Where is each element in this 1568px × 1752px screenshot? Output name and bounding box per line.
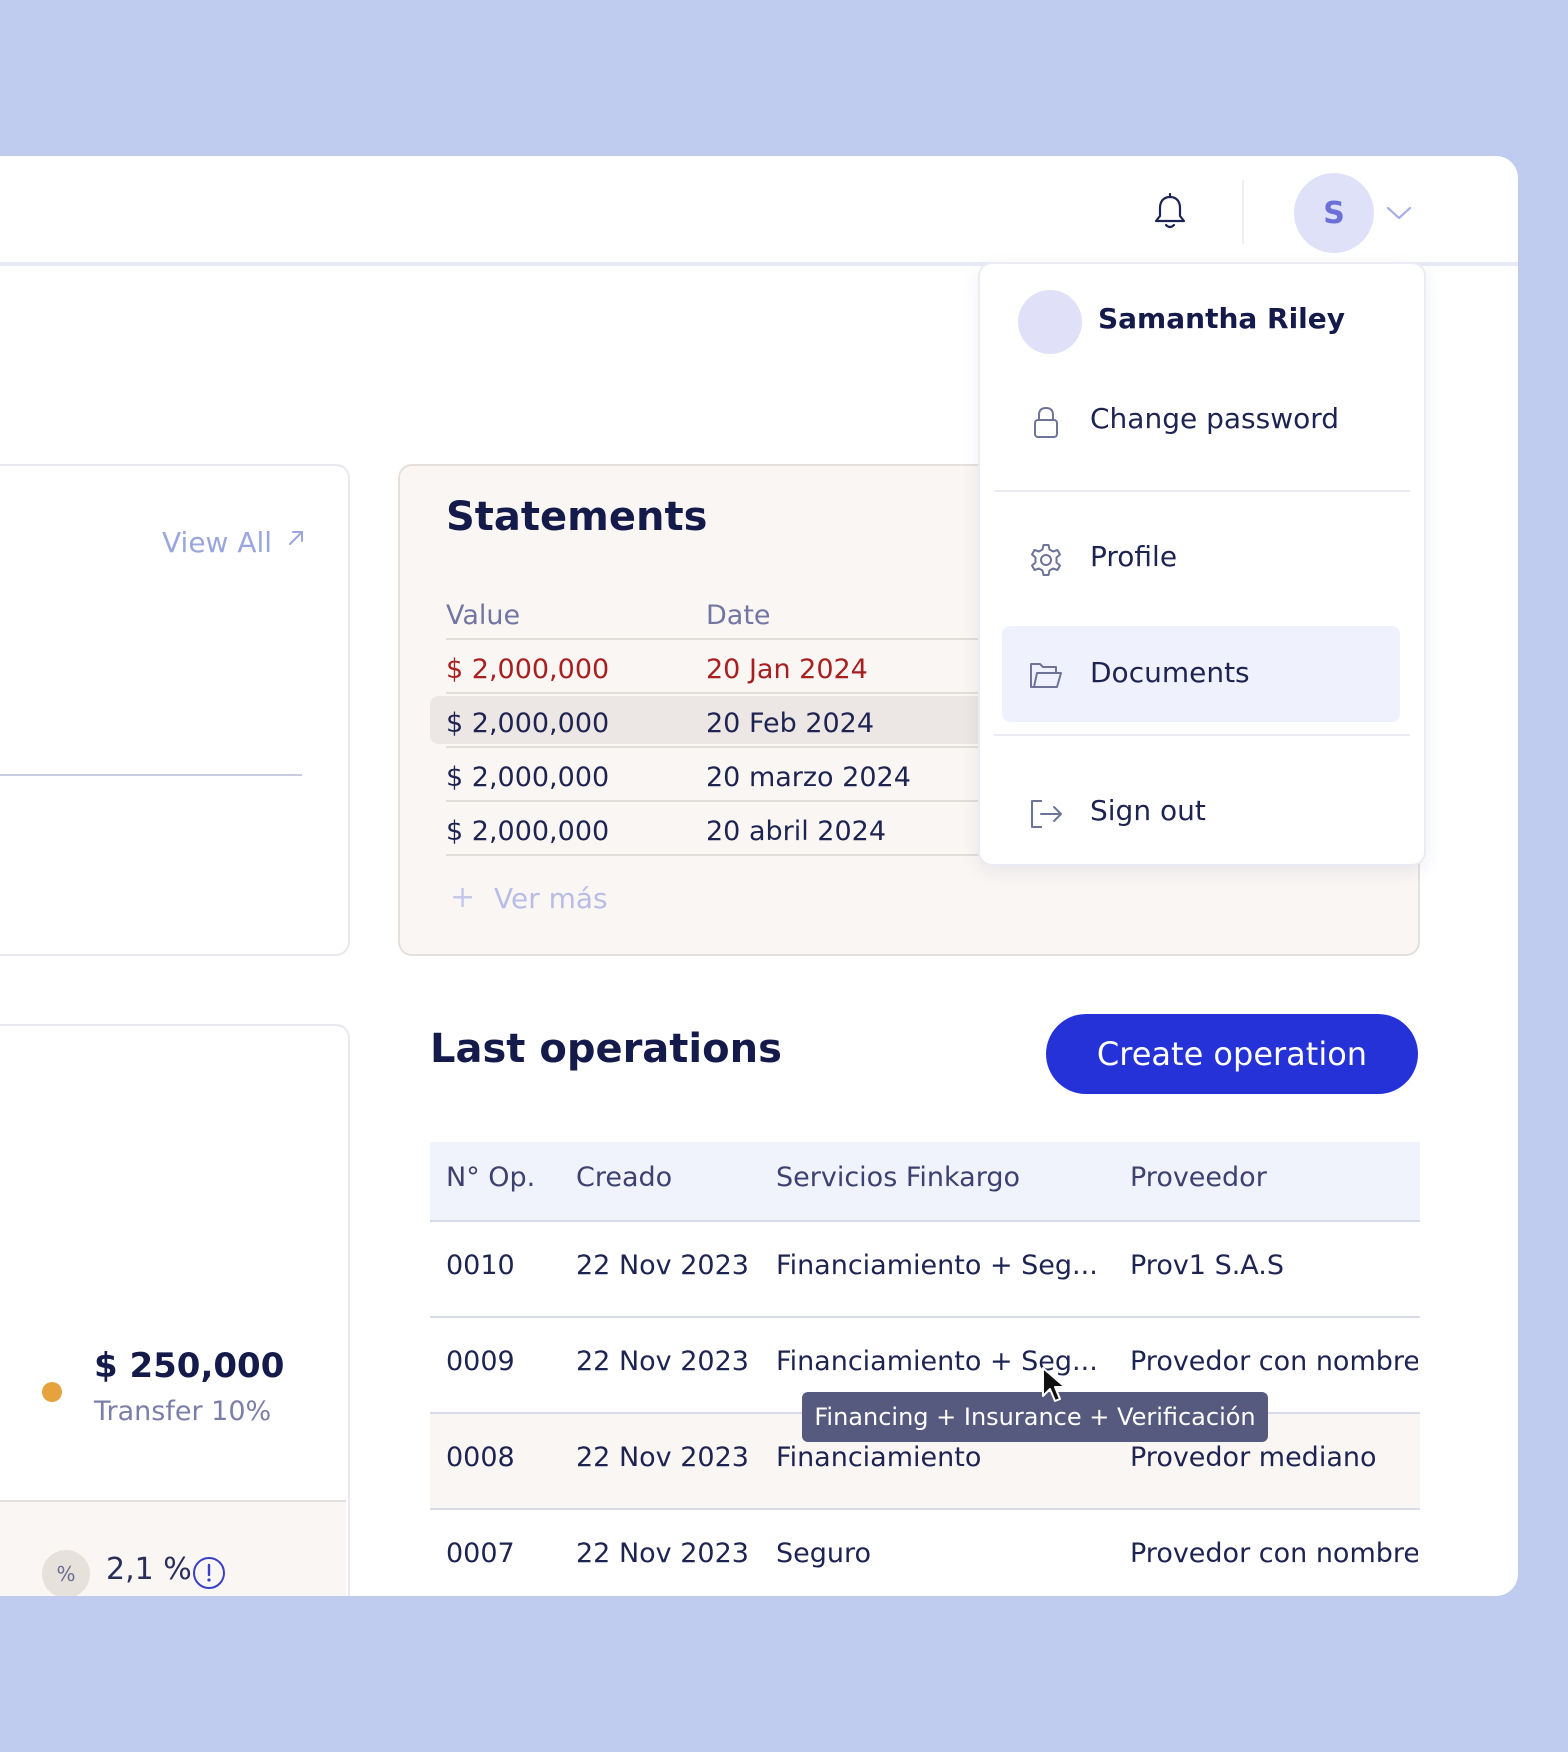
folder-icon (1030, 663, 1062, 688)
statements-row-line (446, 692, 986, 694)
col-header-created: Creado (576, 1162, 673, 1193)
statement-date: 20 Jan 2024 (706, 654, 868, 685)
summary-amount: $ 250,000 (94, 1346, 285, 1386)
op-created: 22 Nov 2023 (576, 1442, 749, 1473)
percent-icon: % (42, 1550, 90, 1596)
op-services: Seguro (776, 1538, 872, 1569)
menu-separator (994, 490, 1410, 492)
op-services: Financiamiento (776, 1442, 982, 1473)
statements-row-line (446, 800, 986, 802)
user-avatar-button[interactable]: S (1294, 173, 1374, 253)
statements-header-line (446, 638, 986, 640)
statement-value: $ 2,000,000 (446, 654, 610, 685)
op-services: Financiamiento + Seg... (776, 1250, 1098, 1281)
statement-date: 20 abril 2024 (706, 816, 887, 847)
statement-value: $ 2,000,000 (446, 708, 610, 739)
avatar-initial: S (1323, 195, 1345, 231)
statement-date: 20 marzo 2024 (706, 762, 911, 793)
statement-value: $ 2,000,000 (446, 762, 610, 793)
gear-icon (1031, 544, 1061, 576)
menu-item-sign-out[interactable]: Sign out (980, 772, 1424, 852)
services-tooltip: Financing + Insurance + Verificación (802, 1392, 1268, 1442)
lock-icon (1034, 406, 1058, 438)
create-operation-button[interactable]: Create operation (1046, 1014, 1418, 1094)
user-dropdown-menu: Samantha Riley Change password Profile D… (978, 262, 1426, 866)
col-header-op: N° Op. (446, 1162, 536, 1193)
statements-col-value: Value (446, 600, 521, 631)
percent-value: 2,1 % (106, 1552, 192, 1587)
menu-item-label: Change password (1090, 402, 1340, 435)
sign-out-icon (1031, 800, 1062, 828)
menu-user-name: Samantha Riley (1098, 302, 1346, 335)
app-window: S View All Statements Value Date $ 2,000… (0, 156, 1518, 1596)
mouse-cursor-icon (1042, 1367, 1066, 1402)
menu-item-label: Profile (1090, 540, 1178, 573)
op-number: 0008 (446, 1442, 515, 1473)
menu-item-label: Documents (1090, 656, 1250, 689)
last-operations-title: Last operations (430, 1026, 782, 1072)
menu-item-change-password[interactable]: Change password (980, 380, 1424, 460)
info-icon[interactable] (192, 1556, 226, 1590)
menu-item-profile[interactable]: Profile (980, 518, 1424, 598)
user-menu-toggle[interactable] (1384, 198, 1414, 228)
statement-value: $ 2,000,000 (446, 816, 610, 847)
op-number: 0007 (446, 1538, 515, 1569)
status-dot (42, 1382, 62, 1402)
menu-separator (994, 734, 1410, 736)
percent-symbol: % (56, 1562, 76, 1586)
notifications-button[interactable] (1150, 190, 1190, 234)
plus-icon: + (450, 880, 476, 915)
menu-item-label: Sign out (1090, 794, 1206, 827)
header-divider (1242, 180, 1244, 244)
col-header-services: Servicios Finkargo (776, 1162, 1021, 1193)
statements-col-date: Date (706, 600, 771, 631)
menu-item-documents[interactable]: Documents (980, 634, 1424, 714)
op-provider: Provedor con nombre (1130, 1538, 1418, 1569)
left-card-divider (0, 774, 302, 776)
statement-date: 20 Feb 2024 (706, 708, 875, 739)
statements-title: Statements (446, 494, 708, 540)
op-provider: Provedor mediano (1130, 1442, 1377, 1473)
bell-icon (1154, 193, 1186, 229)
ver-mas-link[interactable]: Ver más (494, 882, 608, 915)
arrow-up-right-icon (289, 531, 303, 545)
statements-row-line (446, 746, 986, 748)
chevron-down-icon (1386, 206, 1412, 220)
op-number: 0009 (446, 1346, 515, 1377)
summary-transfer: Transfer 10% (94, 1396, 272, 1427)
menu-user-avatar (1018, 290, 1082, 354)
col-header-provider: Proveedor (1130, 1162, 1267, 1193)
op-number: 0010 (446, 1250, 515, 1281)
op-created: 22 Nov 2023 (576, 1538, 749, 1569)
statements-row-line (446, 854, 986, 856)
op-created: 22 Nov 2023 (576, 1346, 749, 1377)
view-all-link[interactable]: View All (162, 526, 272, 559)
op-provider: Prov1 S.A.S (1130, 1250, 1285, 1281)
op-provider: Provedor con nombre (1130, 1346, 1418, 1377)
op-created: 22 Nov 2023 (576, 1250, 749, 1281)
